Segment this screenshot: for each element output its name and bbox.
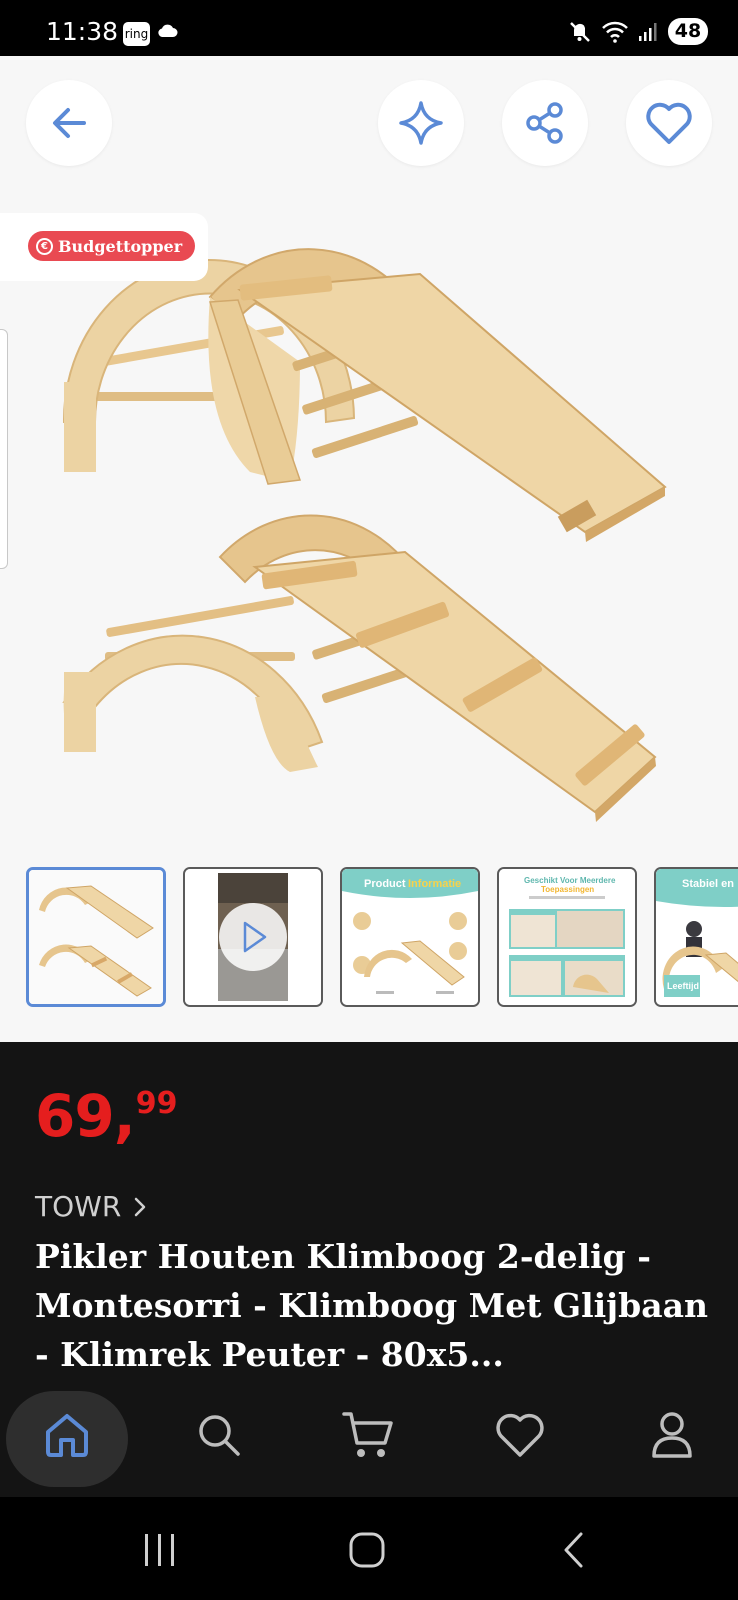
nav-cart[interactable] — [323, 1387, 413, 1483]
brand-link[interactable]: TOWR — [35, 1190, 147, 1223]
mute-icon — [570, 21, 590, 42]
thumb-4-heading-b: Toepassingen — [541, 885, 594, 894]
product-title: Pikler Houten Klimboog 2-delig - Monteso… — [35, 1237, 708, 1374]
chevron-right-icon — [135, 1197, 146, 1216]
ring-app-icon: ring — [123, 22, 150, 46]
nav-home[interactable] — [22, 1387, 112, 1483]
thumbnail-1[interactable] — [26, 867, 166, 1007]
bottom-navigation — [0, 1387, 738, 1497]
cloud-icon — [158, 24, 178, 37]
thumbnail-product-info[interactable]: Product Informatie — [340, 867, 480, 1007]
thumbnail-applications[interactable]: Geschikt Voor Meerdere Toepassingen — [497, 867, 637, 1007]
battery-indicator: 48 — [668, 18, 708, 45]
thumbnail-3-image: Product Informatie — [342, 869, 478, 1005]
heart-icon — [496, 1413, 544, 1457]
share-button[interactable] — [502, 80, 588, 166]
brand-label: TOWR — [35, 1190, 122, 1223]
thumbnail-video[interactable] — [183, 867, 323, 1007]
thumb-4-heading-a: Geschikt Voor Meerdere — [524, 876, 616, 885]
signal-icon — [639, 22, 657, 41]
price-integer: 69, — [35, 1082, 136, 1150]
thumbnail-5-image: Stabiel en Leeftijd — [656, 869, 738, 1005]
system-back-icon — [564, 1532, 583, 1568]
thumbnail-stability[interactable]: Stabiel en Leeftijd — [654, 867, 738, 1007]
product-info: 69,99 TOWR Pikler Houten Klimboog 2-deli… — [0, 1042, 738, 1387]
thumbnail-2-image — [185, 869, 321, 1005]
budgettopper-badge: € Budgettopper — [28, 231, 196, 261]
thumb-3-heading-b: Informatie — [408, 878, 461, 890]
share-icon — [526, 102, 563, 144]
nav-search[interactable] — [174, 1387, 264, 1483]
badge-label: Budgettopper — [58, 236, 183, 256]
status-bar: 11:38 ring 48 — [0, 0, 738, 56]
price: 69,99 — [35, 1082, 178, 1150]
system-home-button[interactable] — [337, 1527, 397, 1573]
recent-apps-button[interactable] — [130, 1527, 190, 1573]
product-media: € Budgettopper Product Informatie Geschi… — [0, 56, 738, 1042]
system-navigation — [0, 1497, 738, 1600]
wifi-icon — [602, 21, 628, 43]
system-back-button[interactable] — [544, 1527, 604, 1573]
heart-icon — [646, 102, 692, 144]
cart-icon — [342, 1412, 393, 1457]
status-icons: 48 — [568, 18, 708, 45]
thumbnail-strip: Product Informatie Geschikt Voor Meerder… — [26, 867, 738, 1007]
search-icon — [199, 1415, 240, 1456]
side-drawer-handle[interactable] — [0, 329, 8, 569]
upper-climbing-arch — [62, 248, 667, 542]
sparkle-icon — [399, 101, 443, 145]
arrow-left-icon — [53, 108, 86, 138]
thumbnail-1-image — [29, 870, 163, 1004]
thumb-5-footer: Leeftijd — [667, 981, 699, 991]
user-icon — [652, 1412, 692, 1458]
thumb-3-heading-a: Product — [364, 878, 406, 890]
home-icon — [46, 1414, 88, 1457]
back-button[interactable] — [26, 80, 112, 166]
status-time: 11:38 — [46, 17, 119, 46]
badge-container: € Budgettopper — [0, 213, 208, 281]
lower-climbing-arch — [62, 514, 657, 822]
sparkle-button[interactable] — [378, 80, 464, 166]
thumb-5-heading: Stabiel en — [682, 878, 734, 890]
price-decimals: 99 — [135, 1086, 178, 1121]
thumbnail-4-image: Geschikt Voor Meerdere Toepassingen — [499, 869, 635, 1005]
euro-icon: € — [36, 237, 53, 255]
favorite-button[interactable] — [626, 80, 712, 166]
nav-favorites[interactable] — [475, 1387, 565, 1483]
recent-apps-icon — [145, 1534, 174, 1566]
system-home-icon — [349, 1532, 385, 1568]
nav-account[interactable] — [627, 1387, 717, 1483]
